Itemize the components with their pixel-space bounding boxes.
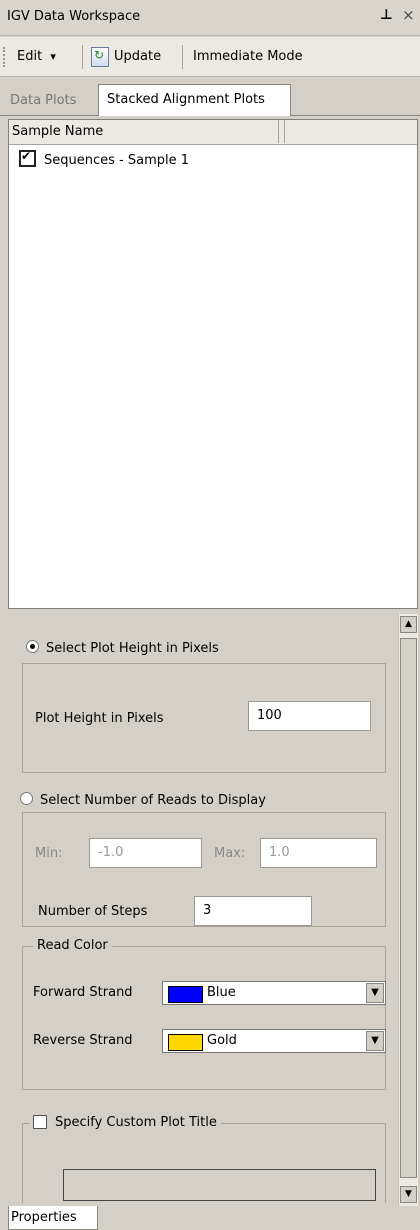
window-title: IGV Data Workspace: [7, 9, 141, 24]
plot-height-radio-option[interactable]: Select Plot Height in Pixels: [26, 640, 219, 656]
toolbar-separator: [82, 45, 83, 69]
column-divider[interactable]: [284, 120, 285, 143]
tab-stacked-alignment-plots[interactable]: Stacked Alignment Plots: [98, 84, 291, 116]
dropdown-arrow-icon: ▾: [50, 50, 56, 63]
max-input[interactable]: 1.0: [260, 838, 377, 868]
chevron-down-icon[interactable]: ▼: [366, 983, 384, 1003]
gold-swatch-icon: [168, 1034, 203, 1051]
title-bar: IGV Data Workspace ⊥ ×: [0, 0, 420, 36]
plot-height-radio-label: Select Plot Height in Pixels: [46, 641, 219, 656]
custom-title-checkbox[interactable]: [33, 1115, 47, 1129]
max-label: Max:: [214, 846, 246, 861]
custom-title-option[interactable]: Specify Custom Plot Title: [29, 1115, 221, 1130]
blue-swatch-icon: [168, 986, 203, 1003]
properties-scrollbar[interactable]: ▲ ▼: [398, 614, 418, 1206]
tab-properties[interactable]: Properties: [8, 1206, 98, 1230]
scroll-down-icon[interactable]: ▼: [400, 1186, 417, 1203]
toolbar: Edit ▾ Update Immediate Mode: [0, 37, 420, 77]
reverse-strand-value: Gold: [207, 1033, 237, 1048]
edit-label: Edit: [17, 49, 43, 64]
toolbar-separator: [182, 45, 183, 69]
list-header: Sample Name: [9, 120, 417, 145]
scroll-thumb[interactable]: [400, 638, 417, 1178]
scroll-up-icon[interactable]: ▲: [400, 616, 417, 633]
reverse-strand-select[interactable]: Gold ▼: [162, 1029, 386, 1053]
steps-label: Number of Steps: [38, 904, 148, 919]
tab-data-plots[interactable]: Data Plots: [10, 86, 76, 116]
plot-height-input[interactable]: 100: [248, 701, 371, 731]
update-button[interactable]: Update: [114, 49, 161, 64]
min-label: Min:: [35, 846, 63, 861]
plot-height-label: Plot Height in Pixels: [35, 711, 164, 726]
close-icon[interactable]: ×: [402, 6, 415, 24]
sample-label: Sequences - Sample 1: [44, 153, 189, 168]
toolbar-grip[interactable]: [3, 47, 7, 67]
pin-icon[interactable]: ⊥: [380, 7, 393, 23]
properties-panel: Select Plot Height in Pixels Plot Height…: [8, 614, 398, 1204]
custom-title-input[interactable]: [63, 1169, 376, 1201]
plot-height-group: Plot Height in Pixels 100: [22, 663, 386, 773]
forward-strand-value: Blue: [207, 985, 236, 1000]
custom-title-label: Specify Custom Plot Title: [55, 1115, 217, 1130]
tab-strip: Data Plots Stacked Alignment Plots: [0, 78, 420, 116]
sample-list[interactable]: Sample Name Sequences - Sample 1: [8, 119, 418, 609]
min-input[interactable]: -1.0: [89, 838, 202, 868]
edit-menu-button[interactable]: Edit ▾: [17, 49, 56, 64]
sample-checkbox[interactable]: [19, 149, 36, 167]
reads-radio-label: Select Number of Reads to Display: [40, 793, 266, 808]
refresh-icon[interactable]: [91, 47, 109, 67]
chevron-down-icon[interactable]: ▼: [366, 1031, 384, 1051]
forward-strand-select[interactable]: Blue ▼: [162, 981, 386, 1005]
reads-radio-option[interactable]: Select Number of Reads to Display: [20, 792, 266, 808]
immediate-mode-button[interactable]: Immediate Mode: [193, 49, 303, 64]
plot-height-radio[interactable]: [26, 640, 39, 653]
reads-radio[interactable]: [20, 792, 33, 805]
read-color-legend: Read Color: [33, 938, 112, 953]
custom-title-group: Specify Custom Plot Title: [22, 1115, 386, 1203]
reverse-strand-label: Reverse Strand: [33, 1033, 133, 1048]
read-color-group: Read Color Forward Strand Blue ▼ Reverse…: [22, 938, 386, 1090]
list-item[interactable]: Sequences - Sample 1: [19, 149, 189, 168]
forward-strand-label: Forward Strand: [33, 985, 133, 1000]
column-header-sample-name[interactable]: Sample Name: [9, 120, 279, 143]
steps-input[interactable]: 3: [194, 896, 312, 926]
